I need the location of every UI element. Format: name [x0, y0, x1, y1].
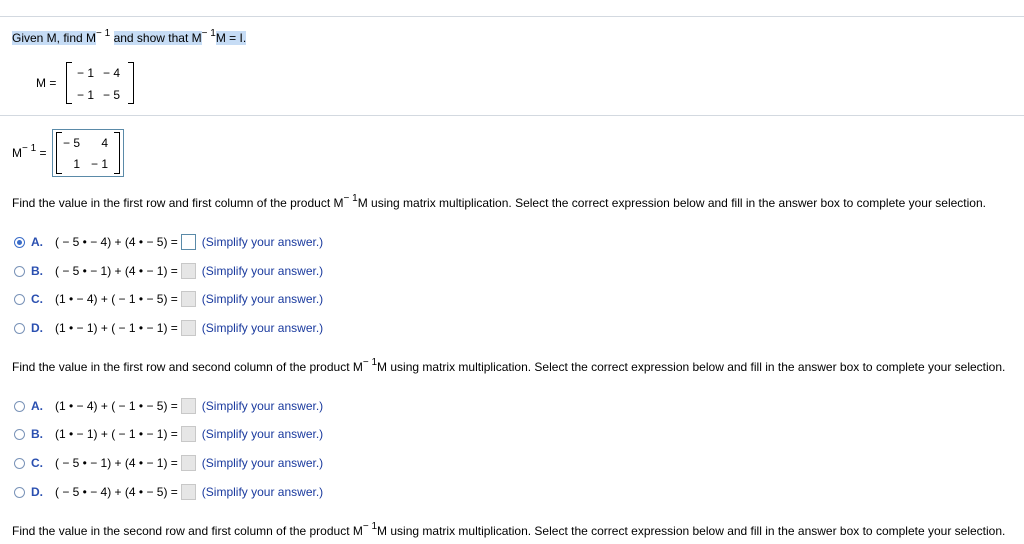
simplify-hint: (Simplify your answer.)	[201, 264, 324, 278]
section-divider	[0, 115, 1024, 116]
simplify-hint: (Simplify your answer.)	[201, 235, 324, 249]
simplify-hint: (Simplify your answer.)	[201, 321, 324, 335]
option-expression: ( − 5 • − 1) + (4 • − 1) =	[55, 264, 178, 278]
option-expression: (1 • − 1) + ( − 1 • − 1) =	[55, 427, 178, 441]
option-letter: A.	[31, 235, 43, 249]
statement-sup-2: − 1	[201, 28, 216, 39]
right-bracket	[114, 132, 120, 174]
top-divider	[0, 16, 1024, 17]
matrix-m-cell: − 1	[76, 88, 94, 102]
q2-option-d[interactable]: D. ( − 5 • − 4) + (4 • − 5) = (Simplify …	[14, 483, 323, 501]
prompt-text: M using matrix multiplication. Select th…	[377, 360, 1006, 374]
answer-input[interactable]	[180, 234, 196, 250]
matrix-m: − 1 − 4 − 1 − 5	[66, 62, 134, 104]
prompt-text: Find the value in the first row and firs…	[12, 196, 344, 210]
answer-input[interactable]	[180, 263, 196, 279]
prompt-sup: − 1	[343, 193, 358, 204]
matrix-inv-cell: 1	[73, 157, 80, 171]
answer-input[interactable]	[180, 426, 196, 442]
q1-option-d[interactable]: D. (1 • − 1) + ( − 1 • − 1) = (Simplify …	[14, 319, 323, 337]
option-letter: C.	[31, 456, 43, 470]
option-expression: ( − 5 • − 1) + (4 • − 1) =	[55, 456, 178, 470]
answer-input[interactable]	[180, 291, 196, 307]
statement-text-2: and show that M	[113, 31, 202, 45]
q2-option-c[interactable]: C. ( − 5 • − 1) + (4 • − 1) = (Simplify …	[14, 454, 323, 472]
simplify-hint: (Simplify your answer.)	[201, 427, 324, 441]
q2-option-a[interactable]: A. (1 • − 4) + ( − 1 • − 5) = (Simplify …	[14, 397, 323, 415]
prompt-text: M using matrix multiplication. Select th…	[357, 196, 986, 210]
answer-input[interactable]	[180, 455, 196, 471]
option-letter: B.	[31, 427, 43, 441]
radio-button[interactable]	[14, 293, 25, 305]
option-expression: (1 • − 4) + ( − 1 • − 5) =	[55, 292, 178, 306]
option-letter: D.	[31, 485, 43, 499]
q1-option-c[interactable]: C. (1 • − 4) + ( − 1 • − 5) = (Simplify …	[14, 290, 323, 308]
radio-button[interactable]	[14, 457, 25, 469]
problem-statement: Given M, find M− 1 and show that M− 1M =…	[12, 28, 247, 45]
option-expression: (1 • − 1) + ( − 1 • − 1) =	[55, 321, 178, 335]
option-expression: (1 • − 4) + ( − 1 • − 5) =	[55, 399, 178, 413]
radio-button[interactable]	[14, 428, 25, 440]
statement-text-1: Given M, find M	[12, 31, 97, 45]
simplify-hint: (Simplify your answer.)	[201, 292, 324, 306]
matrix-inv-label: M− 1 =	[12, 143, 47, 161]
question-3-prompt: Find the value in the second row and fir…	[12, 521, 1006, 539]
prompt-text: Find the value in the first row and seco…	[12, 360, 363, 374]
option-letter: C.	[31, 292, 43, 306]
matrix-inv-cell: − 1	[90, 157, 108, 171]
matrix-m-cell: − 5	[102, 88, 120, 102]
statement-text-3: M = I.	[215, 31, 247, 45]
answer-input[interactable]	[180, 398, 196, 414]
matrix-m-cell: − 1	[76, 66, 94, 80]
option-expression: ( − 5 • − 4) + (4 • − 5) =	[55, 485, 178, 499]
matrix-inv-cell: − 5	[62, 136, 80, 150]
matrix-inverse: − 5 4 1 − 1	[56, 132, 120, 174]
radio-button[interactable]	[14, 400, 25, 412]
prompt-text: M using matrix multiplication. Select th…	[377, 524, 1006, 538]
matrix-inv-cell: 4	[101, 136, 108, 150]
matrix-inv-name: M	[12, 146, 22, 160]
q1-option-b[interactable]: B. ( − 5 • − 1) + (4 • − 1) = (Simplify …	[14, 262, 323, 280]
q2-option-b[interactable]: B. (1 • − 1) + ( − 1 • − 1) = (Simplify …	[14, 425, 323, 443]
prompt-sup: − 1	[362, 357, 378, 368]
q1-option-a[interactable]: A. ( − 5 • − 4) + (4 • − 5) = (Simplify …	[14, 233, 323, 251]
question-2-prompt: Find the value in the first row and seco…	[12, 357, 1006, 375]
matrix-inv-sup: − 1	[22, 143, 37, 154]
matrix-m-label: M =	[36, 76, 57, 90]
prompt-sup: − 1	[362, 521, 378, 532]
prompt-text: Find the value in the second row and fir…	[12, 524, 363, 538]
option-letter: D.	[31, 321, 43, 335]
simplify-hint: (Simplify your answer.)	[201, 399, 324, 413]
radio-button-selected[interactable]	[14, 236, 25, 248]
option-letter: B.	[31, 264, 43, 278]
right-bracket	[128, 62, 134, 104]
question-1-prompt: Find the value in the first row and firs…	[12, 193, 986, 211]
option-letter: A.	[31, 399, 43, 413]
matrix-inv-eq: =	[39, 146, 47, 160]
simplify-hint: (Simplify your answer.)	[201, 456, 324, 470]
radio-button[interactable]	[14, 486, 25, 498]
radio-button[interactable]	[14, 322, 25, 334]
option-expression: ( − 5 • − 4) + (4 • − 5) =	[55, 235, 178, 249]
answer-input[interactable]	[180, 484, 196, 500]
simplify-hint: (Simplify your answer.)	[201, 485, 324, 499]
radio-button[interactable]	[14, 265, 25, 277]
left-bracket	[66, 62, 72, 104]
statement-sup-1: − 1	[96, 28, 111, 39]
matrix-m-cell: − 4	[102, 66, 120, 80]
answer-input[interactable]	[180, 320, 196, 336]
